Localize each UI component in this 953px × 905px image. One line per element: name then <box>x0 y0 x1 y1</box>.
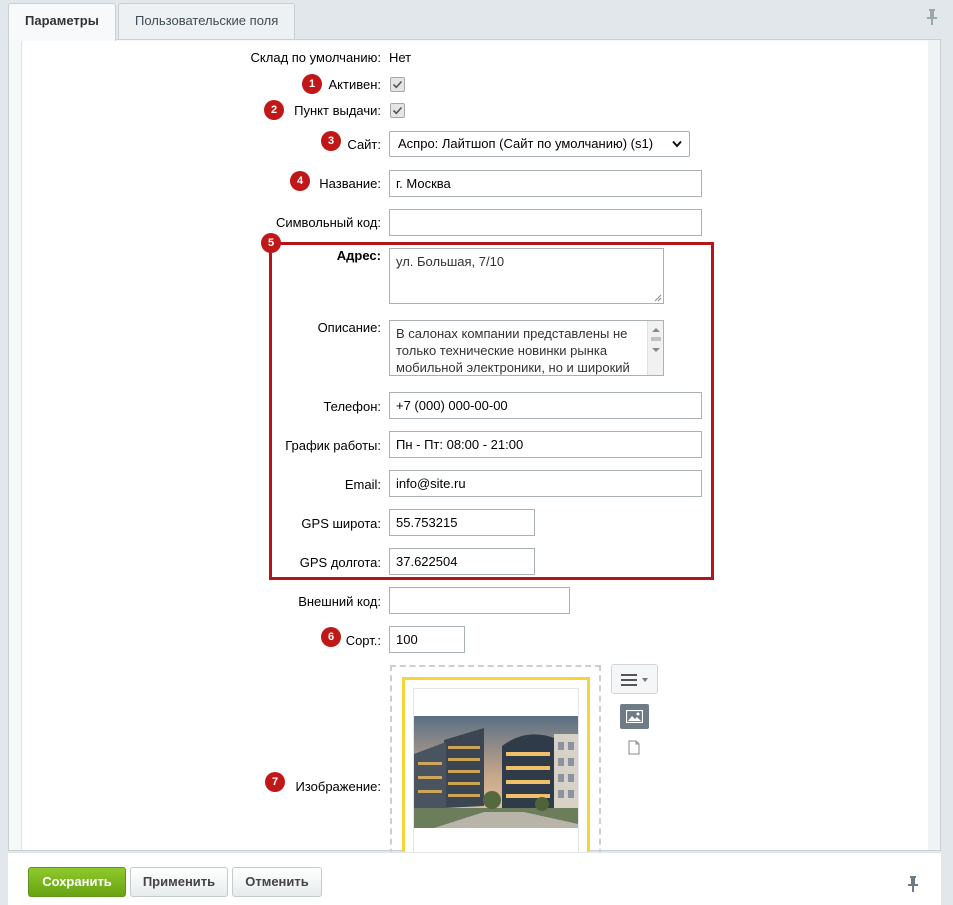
address-value: ул. Большая, 7/10 <box>396 254 505 269</box>
site-select[interactable]: Аспро: Лайтшоп (Сайт по умолчанию) (s1) <box>389 131 690 157</box>
address-textarea[interactable]: ул. Большая, 7/10 <box>389 248 664 304</box>
badge-1: 1 <box>302 74 322 94</box>
scroll-thumb[interactable] <box>651 337 661 341</box>
file-icon[interactable] <box>628 740 640 755</box>
address-label: Адрес: <box>336 248 381 263</box>
name-input[interactable]: г. Москва <box>389 170 702 197</box>
description-scrollbar[interactable] <box>647 321 663 375</box>
phone-input[interactable]: +7 (000) 000-00-00 <box>389 392 702 419</box>
email-input[interactable]: info@site.ru <box>389 470 702 497</box>
tab-parameters[interactable]: Параметры <box>8 3 116 41</box>
badge-5: 5 <box>261 233 281 253</box>
menu-icon <box>621 674 648 686</box>
sort-input[interactable]: 100 <box>389 626 465 653</box>
building-photo <box>414 716 578 828</box>
tab-bar: Параметры Пользовательские поля <box>0 0 953 41</box>
phone-label: Телефон: <box>323 399 381 414</box>
external-code-label: Внешний код: <box>298 594 381 609</box>
code-input[interactable] <box>389 209 702 236</box>
image-preview-card[interactable] <box>402 677 590 867</box>
scrollbar[interactable] <box>928 40 940 850</box>
image-label: Изображение: <box>295 779 381 794</box>
image-icon <box>626 710 643 723</box>
code-label: Символьный код: <box>275 215 381 230</box>
badge-6: 6 <box>321 627 341 647</box>
gps-lon-input[interactable]: 37.622504 <box>389 548 535 575</box>
scroll-down-icon <box>652 348 660 352</box>
apply-button[interactable]: Применить <box>130 867 228 897</box>
active-label: Активен: <box>328 77 381 92</box>
image-frame <box>413 688 579 858</box>
gps-lat-input[interactable]: 55.753215 <box>389 509 535 536</box>
badge-3: 3 <box>321 131 341 151</box>
badge-2: 2 <box>264 100 284 120</box>
sort-label: Сорт.: <box>345 633 381 648</box>
description-label: Описание: <box>317 320 381 335</box>
save-button[interactable]: Сохранить <box>28 867 126 897</box>
resize-grip-icon[interactable] <box>653 293 662 302</box>
name-label: Название: <box>319 176 381 191</box>
site-select-value: Аспро: Лайтшоп (Сайт по умолчанию) (s1) <box>398 136 654 151</box>
image-menu-button[interactable] <box>611 664 658 694</box>
scroll-up-icon <box>652 328 660 332</box>
default-store-label: Склад по умолчанию: <box>250 50 381 65</box>
pickup-checkbox[interactable] <box>390 103 405 118</box>
schedule-label: График работы: <box>285 438 381 453</box>
pickup-label: Пункт выдачи: <box>294 103 381 118</box>
image-icon-button[interactable] <box>620 704 649 729</box>
badge-4: 4 <box>290 171 310 191</box>
schedule-input[interactable]: Пн - Пт: 08:00 - 21:00 <box>389 431 702 458</box>
badge-7: 7 <box>265 772 285 792</box>
external-code-input[interactable] <box>389 587 570 614</box>
email-label: Email: <box>344 477 381 492</box>
description-value: В салонах компании представлены не тольк… <box>396 326 630 375</box>
default-store-value: Нет <box>389 50 412 65</box>
pin-icon[interactable] <box>906 875 920 893</box>
checkmark-icon <box>392 80 403 89</box>
checkmark-icon <box>392 106 403 115</box>
gps-lat-label: GPS широта: <box>301 516 381 531</box>
gps-lon-label: GPS долгота: <box>299 555 381 570</box>
pin-icon[interactable] <box>925 8 939 26</box>
active-checkbox[interactable] <box>390 77 405 92</box>
tab-user-fields[interactable]: Пользовательские поля <box>118 3 296 40</box>
dropdown-arrow-icon <box>672 140 682 148</box>
cancel-button[interactable]: Отменить <box>232 867 322 897</box>
site-label: Сайт: <box>347 137 381 152</box>
description-textarea[interactable]: В салонах компании представлены не тольк… <box>389 320 664 376</box>
